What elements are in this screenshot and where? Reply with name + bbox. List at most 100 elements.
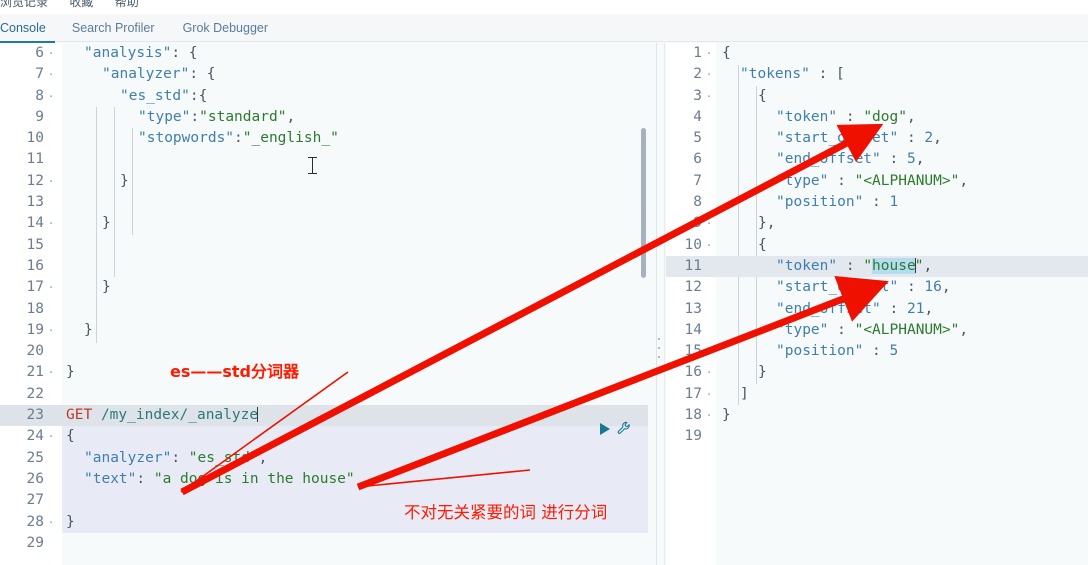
response-pane[interactable]: 1 ·{2 · "tokens" : [3 ·{4 "token" : "dog", 5 "s… [666,43,1088,565]
chrome-item-2[interactable]: 帮助 [115,0,139,9]
tab-grok-debugger-label: Grok Debugger [182,21,269,35]
fold-marker[interactable]: · [704,86,714,107]
code-line[interactable]: 18 ·} [666,405,1088,426]
code-line[interactable]: 14 "type" : "<ALPHANUM>", [666,320,1088,341]
fold-marker[interactable]: · [704,213,714,234]
code-line[interactable]: 10 · { [666,235,1088,256]
line-number: 15 [26,236,44,253]
code-line[interactable]: 15 "position" : 5 [666,341,1088,362]
code-token: : [837,257,864,274]
code-token: "analyzer" [84,449,172,466]
code-text: GET /my_index/_analyze [66,405,259,426]
code-line[interactable]: 2 · "tokens" : [ [666,64,1088,85]
code-text: "es_std":{ [66,86,207,107]
response-code[interactable]: 1 ·{2 · "tokens" : [3 ·{4 "token" : "dog", 5 "s… [666,43,1088,565]
code-line[interactable]: 9 ·}, [666,213,1088,234]
request-editor-pane[interactable]: 6 · "analysis": {7 · "analyzer": {8 · "es_std"… [0,43,648,565]
code-line[interactable]: 17 ·} [0,277,648,298]
code-line[interactable]: 19 ·} [0,320,648,341]
code-line[interactable]: 19 [666,426,1088,447]
fold-marker[interactable]: · [46,426,56,447]
fold-marker[interactable]: · [704,64,714,85]
fold-marker[interactable]: · [704,405,714,426]
fold-marker[interactable]: · [704,362,714,383]
code-text: "start_offset" : 16, [722,277,951,298]
code-token: , [933,130,942,147]
grip-dot [658,356,660,358]
code-line[interactable]: 3 · { [666,86,1088,107]
fold-marker[interactable]: · [46,512,56,533]
code-token: "position" [776,343,864,360]
code-line[interactable]: 16 ·} [666,362,1088,383]
code-line[interactable]: 5 "start_offset" : 2, [666,128,1088,149]
fold-marker[interactable]: · [46,213,56,234]
tab-grok-debugger[interactable]: Grok Debugger [169,14,282,42]
fold-marker[interactable]: · [704,384,714,405]
code-line[interactable]: 17 ·] [666,384,1088,405]
code-line[interactable]: 23 GET /my_index/_analyze [0,405,648,427]
splitter-grip[interactable] [657,338,661,358]
code-line[interactable]: 7 · "analyzer": { [0,64,648,85]
chrome-item-1[interactable]: 收藏 [69,0,93,9]
code-line[interactable]: 13 [0,192,648,213]
fold-marker[interactable]: · [46,171,56,192]
code-line[interactable]: 29 [0,533,648,554]
code-line[interactable]: 6 "end_offset" : 5, [666,149,1088,170]
code-line[interactable]: 7 "type" : "<ALPHANUM>", [666,171,1088,192]
fold-marker[interactable]: · [46,320,56,341]
code-text: } [722,362,767,383]
code-line[interactable]: 14 ·} [0,213,648,234]
code-line[interactable]: 22 [0,384,648,405]
code-line[interactable]: 6 · "analysis": { [0,43,648,64]
code-line[interactable]: 12 "start_offset" : 16, [666,277,1088,298]
code-token: : [828,321,855,338]
line-number: 3 [693,87,702,104]
tab-console[interactable]: Console [0,14,58,43]
play-icon[interactable] [600,423,610,435]
code-line[interactable]: 8 · "es_std":{ [0,86,648,107]
fold-marker[interactable]: · [46,64,56,85]
code-line[interactable]: 16 [0,256,648,277]
tab-search-profiler[interactable]: Search Profiler [58,14,169,42]
request-code[interactable]: 6 · "analysis": {7 · "analyzer": {8 · "es_std"… [0,43,648,565]
code-line[interactable]: 20 [0,341,648,362]
code-line[interactable]: 9 "type":"standard", [0,107,648,128]
tab-console-label: Console [0,21,46,35]
wrench-icon[interactable] [617,421,631,437]
code-token: } [66,364,75,381]
code-line[interactable]: 15 [0,235,648,256]
code-line[interactable]: 24 · { [0,426,648,448]
code-line[interactable]: 11 [0,149,648,170]
code-token: , [906,108,916,125]
code-token: : [ [809,66,845,83]
fold-marker[interactable]: · [704,43,714,64]
fold-marker[interactable]: · [704,235,714,256]
code-line[interactable]: 11 "token" : "house", [666,255,1088,278]
line-number: 10 [26,130,44,147]
code-token: }, [758,215,776,232]
line-number: 10 [684,236,702,253]
code-line[interactable]: 18 [0,299,648,320]
code-line[interactable]: 8 "position" : 1 [666,192,1088,213]
fold-marker[interactable]: · [46,86,56,107]
code-line[interactable]: 13 "end_offset" : 21, [666,299,1088,320]
request-vertical-scrollbar[interactable] [641,128,646,278]
code-line[interactable]: 1 · { [666,43,1088,64]
code-text: ] [722,384,749,405]
line-number: 19 [26,321,44,338]
code-token: { [722,45,731,61]
code-line[interactable]: 10 "stopwords":"_english_" [0,128,648,149]
code-line[interactable]: 26 "text": "a dog is in the house" [0,468,648,491]
fold-marker[interactable]: · [46,277,56,298]
code-line[interactable]: 12 ·} [0,171,648,192]
chrome-item-0[interactable]: 浏览记录 [0,0,48,9]
fold-marker[interactable]: · [46,362,56,383]
line-number: 12 [26,172,44,189]
code-text: "token" : "house", [722,256,932,277]
code-line[interactable]: 21 ·} [0,362,648,383]
code-line[interactable]: 25 "analyzer": "es_std", [0,447,648,469]
fold-marker[interactable]: · [46,43,56,64]
request-actions [600,418,646,440]
pane-splitter[interactable] [648,43,666,565]
code-line[interactable]: 4 "token" : "dog", [666,107,1088,128]
